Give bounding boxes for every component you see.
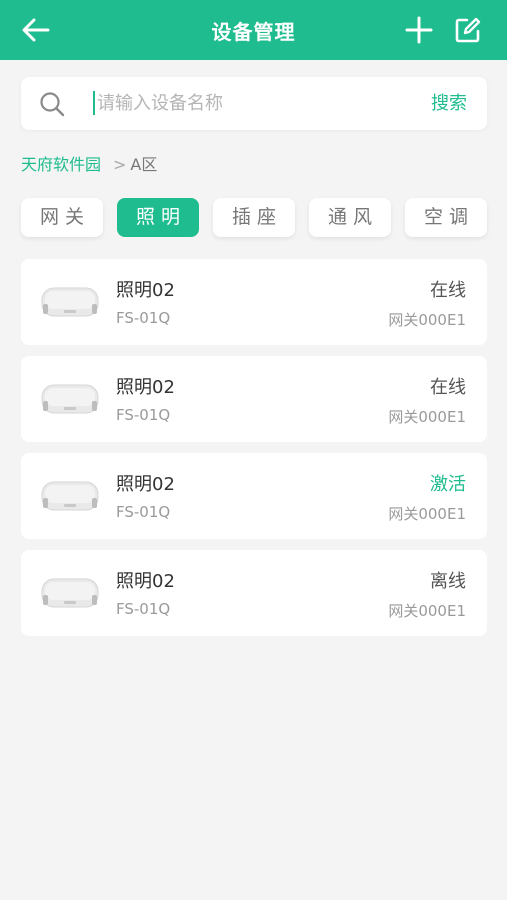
device-gateway: 网关000E1	[388, 602, 466, 620]
device-image	[41, 481, 99, 511]
text-cursor	[93, 91, 95, 115]
breadcrumb-separator: >	[113, 155, 127, 174]
edit-icon[interactable]	[454, 16, 482, 44]
device-image	[41, 287, 99, 317]
category-tabs: 网关 照明 插座 通风 空调	[21, 198, 487, 238]
device-gateway: 网关000E1	[388, 505, 466, 523]
tab-air-conditioner[interactable]: 空调	[405, 198, 487, 237]
device-card[interactable]: 照明02 FS-01Q 在线 网关000E1	[21, 356, 487, 442]
breadcrumb: 天府软件园 > A区	[21, 153, 157, 177]
tab-ventilation[interactable]: 通风	[309, 198, 391, 237]
device-image	[41, 578, 99, 608]
device-model: FS-01Q	[116, 406, 171, 424]
device-name: 照明02	[116, 280, 175, 301]
arrow-left-icon[interactable]	[20, 16, 52, 44]
device-card[interactable]: 照明02 FS-01Q 在线 网关000E1	[21, 259, 487, 345]
device-gateway: 网关000E1	[388, 311, 466, 329]
tab-gateway[interactable]: 网关	[21, 198, 103, 237]
device-card[interactable]: 照明02 FS-01Q 激活 网关000E1	[21, 453, 487, 539]
device-model: FS-01Q	[116, 309, 171, 327]
tab-socket[interactable]: 插座	[213, 198, 295, 237]
device-status: 离线	[430, 571, 466, 592]
page-title: 设备管理	[211, 19, 296, 44]
tab-lighting[interactable]: 照明	[117, 198, 199, 237]
search-icon	[40, 92, 65, 117]
device-status: 激活	[430, 474, 466, 495]
app-header: 设备管理	[0, 0, 507, 60]
plus-icon[interactable]	[404, 15, 434, 45]
device-card[interactable]: 照明02 FS-01Q 离线 网关000E1	[21, 550, 487, 636]
device-status: 在线	[430, 377, 466, 398]
device-gateway: 网关000E1	[388, 408, 466, 426]
device-status: 在线	[430, 280, 466, 301]
breadcrumb-current: A区	[130, 155, 158, 174]
device-name: 照明02	[116, 377, 175, 398]
search-input[interactable]	[97, 77, 417, 130]
device-image	[41, 384, 99, 414]
search-bar: 搜索	[21, 77, 487, 130]
search-button[interactable]: 搜索	[431, 77, 467, 130]
device-name: 照明02	[116, 571, 175, 592]
breadcrumb-root[interactable]: 天府软件园	[21, 155, 101, 174]
device-model: FS-01Q	[116, 503, 171, 521]
device-name: 照明02	[116, 474, 175, 495]
device-model: FS-01Q	[116, 600, 171, 618]
